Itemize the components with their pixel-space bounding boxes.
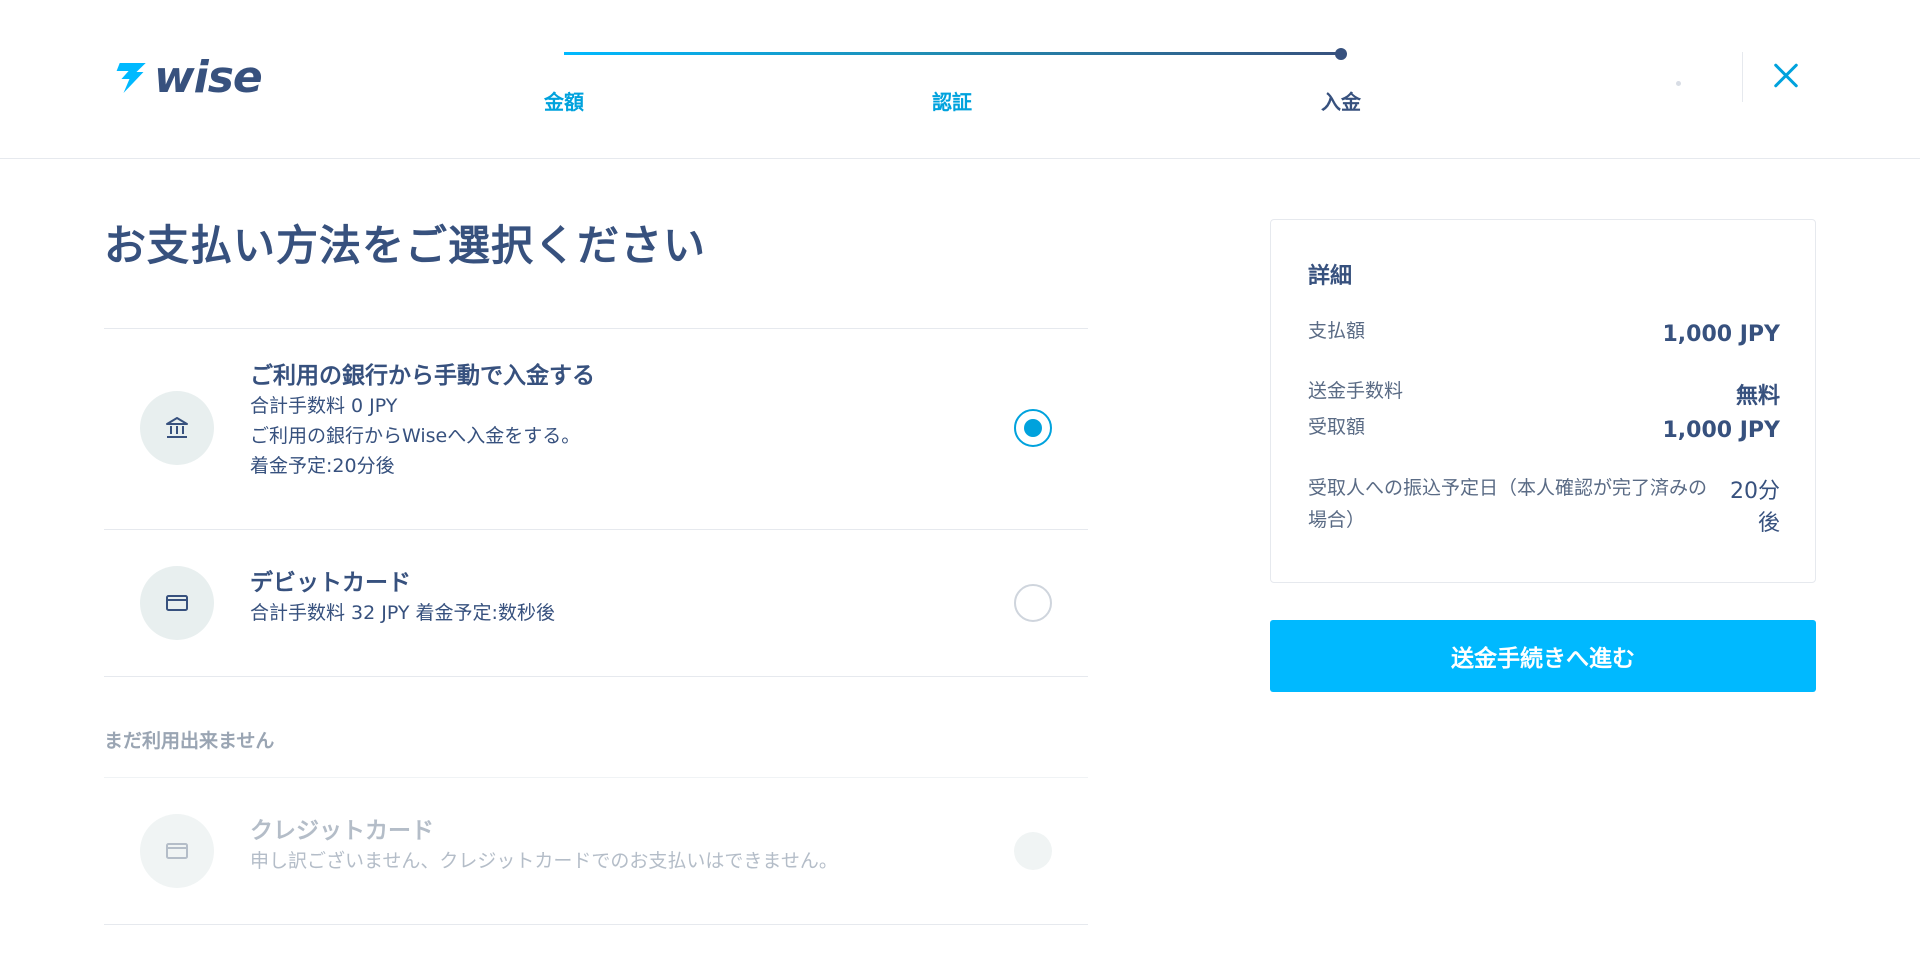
radio-credit-card — [1014, 832, 1052, 870]
unavailable-section-label: まだ利用出来ません — [104, 730, 275, 752]
payment-option-text: デビットカード 合計手数料 32 JPY 着金予定:数秒後 — [250, 568, 555, 628]
proceed-button[interactable]: 送金手続きへ進む — [1270, 620, 1816, 692]
radio-debit-card[interactable] — [1014, 584, 1052, 622]
divider — [104, 924, 1088, 925]
step-verification[interactable]: 認証 — [932, 86, 972, 115]
detail-value: 1,000 JPY — [1662, 322, 1781, 347]
payment-option-text: クレジットカード 申し訳ございません、クレジットカードでのお支払いはできません。 — [250, 816, 838, 876]
step-amount[interactable]: 金額 — [544, 86, 584, 115]
close-icon[interactable] — [1768, 58, 1804, 94]
payment-option-debit-card[interactable]: デビットカード 合計手数料 32 JPY 着金予定:数秒後 — [104, 530, 1088, 676]
card-icon — [166, 843, 188, 859]
payment-option-credit-card: クレジットカード 申し訳ございません、クレジットカードでのお支払いはできません。 — [104, 778, 1088, 924]
payment-option-title: デビットカード — [250, 570, 411, 596]
payment-option-eta: 着金予定:20分後 — [250, 455, 395, 477]
card-icon — [166, 595, 188, 611]
header-dot — [1676, 81, 1681, 86]
page-title: お支払い方法をご選択ください — [104, 221, 707, 270]
card-icon-circle — [140, 814, 214, 888]
top-header: wise 金額 認証 入金 — [0, 0, 1920, 159]
detail-label: 送金手数料 — [1308, 380, 1404, 402]
radio-bank-transfer[interactable] — [1014, 409, 1052, 447]
bank-icon — [166, 417, 188, 438]
payment-option-text: ご利用の銀行から手動で入金する 合計手数料 0 JPY ご利用の銀行からWise… — [250, 361, 595, 481]
payment-option-bank-transfer[interactable]: ご利用の銀行から手動で入金する 合計手数料 0 JPY ご利用の銀行からWise… — [104, 329, 1088, 529]
detail-label: 受取額 — [1308, 416, 1366, 438]
payment-option-unavailable-message: 申し訳ございません、クレジットカードでのお支払いはできません。 — [250, 850, 838, 872]
payment-option-fee-eta: 合計手数料 32 JPY 着金予定:数秒後 — [250, 602, 555, 624]
details-title: 詳細 — [1308, 264, 1353, 289]
header-divider — [1742, 52, 1743, 102]
stepper-current-dot — [1335, 48, 1347, 60]
detail-value: 20分後 — [1730, 479, 1780, 536]
card-icon-circle — [140, 566, 214, 640]
payment-option-title: ご利用の銀行から手動で入金する — [250, 363, 595, 389]
detail-value: 無料 — [1735, 384, 1780, 409]
step-payment: 入金 — [1321, 90, 1361, 114]
progress-stepper: 金額 認証 入金 — [0, 0, 1920, 159]
stepper-progress-line — [564, 52, 1341, 55]
detail-label: 受取人への振込予定日（本人確認が完了済みの場合） — [1308, 477, 1708, 531]
payment-option-fee: 合計手数料 0 JPY — [250, 395, 398, 417]
payment-option-description: ご利用の銀行からWiseへ入金をする。 — [250, 425, 581, 447]
payment-method-list: ご利用の銀行から手動で入金する 合計手数料 0 JPY ご利用の銀行からWise… — [104, 328, 1088, 925]
payment-option-title: クレジットカード — [250, 818, 434, 844]
details-card: 詳細 支払額 1,000 JPY 送金手数料 無料 受取額 1,000 JPY … — [1270, 219, 1816, 583]
detail-value: 1,000 JPY — [1662, 418, 1781, 443]
bank-icon-circle — [140, 391, 214, 465]
detail-label: 支払額 — [1308, 320, 1366, 342]
